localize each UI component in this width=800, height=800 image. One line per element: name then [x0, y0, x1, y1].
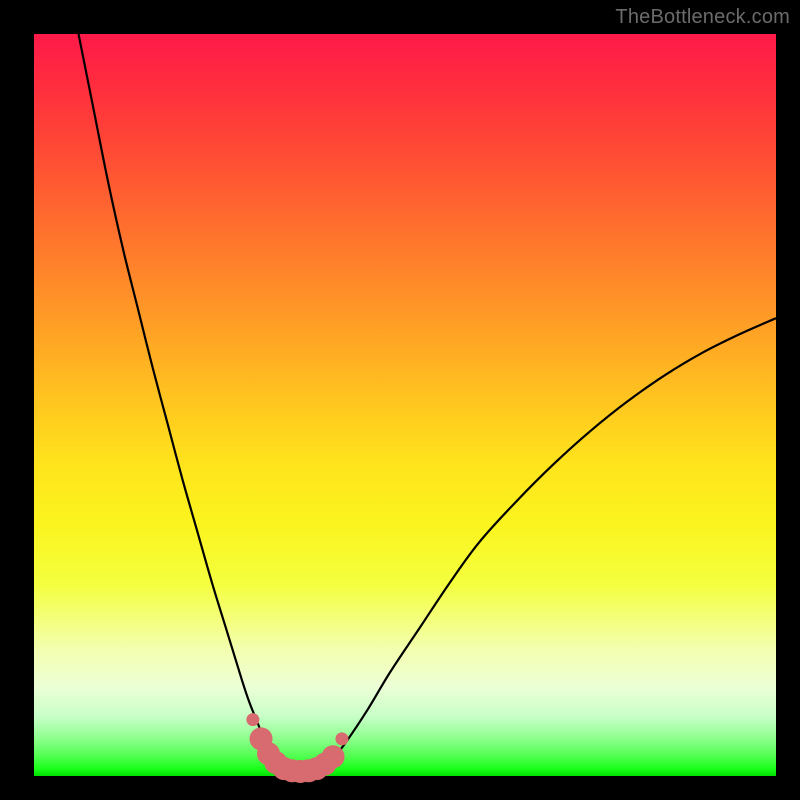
curve-right-branch	[331, 318, 776, 761]
chart-frame: TheBottleneck.com	[0, 0, 800, 800]
marker-group	[247, 714, 348, 783]
curve-left-branch	[79, 34, 279, 765]
plot-area	[34, 34, 776, 776]
optimal-marker	[336, 733, 348, 745]
watermark-text: TheBottleneck.com	[615, 6, 790, 29]
bottleneck-curve-svg	[34, 34, 776, 776]
optimal-marker	[322, 746, 344, 768]
curve-group	[79, 34, 776, 772]
optimal-marker	[247, 714, 259, 726]
